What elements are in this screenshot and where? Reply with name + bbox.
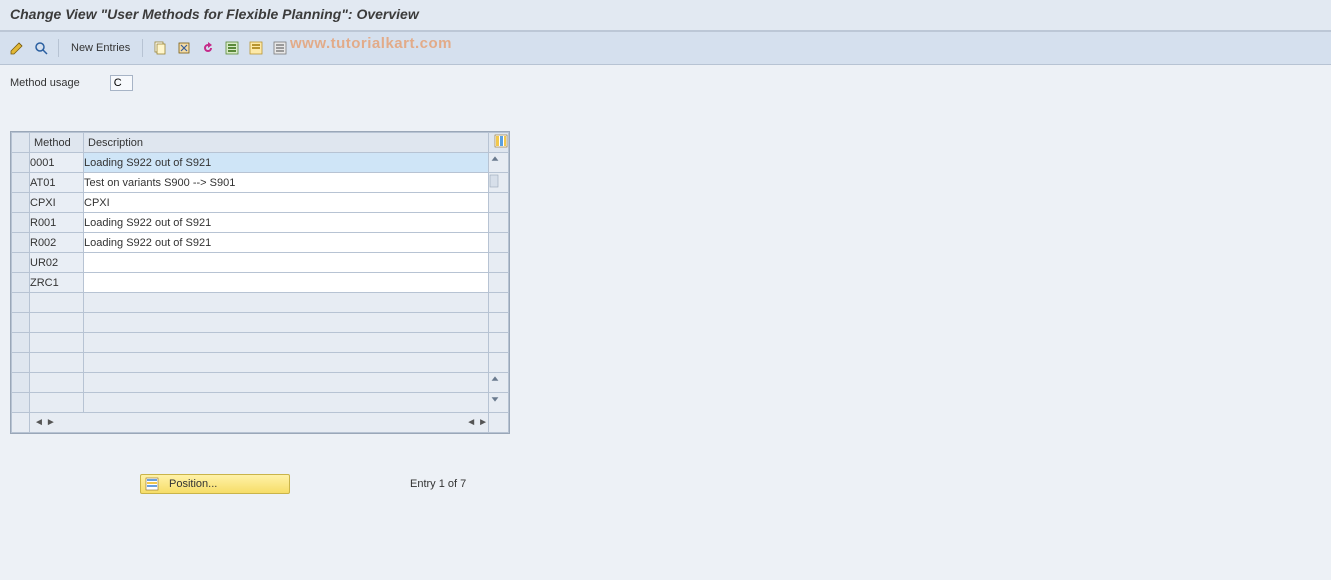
other-view-icon[interactable] <box>32 39 50 57</box>
content-area: Method usage Method Description 0001Load <box>0 65 1331 504</box>
description-cell[interactable] <box>84 273 489 293</box>
select-all-header[interactable] <box>12 133 30 153</box>
scroll-down-icon[interactable] <box>489 393 509 413</box>
row-selector[interactable] <box>12 333 30 353</box>
horizontal-scroll-row: ◄ ► ◄ ► <box>12 413 509 433</box>
table-row <box>12 293 509 313</box>
row-selector[interactable] <box>12 393 30 413</box>
row-selector[interactable] <box>12 213 30 233</box>
method-cell[interactable]: R002 <box>30 233 84 253</box>
footer-row: Position... Entry 1 of 7 <box>10 474 1321 494</box>
table-row: CPXICPXI <box>12 193 509 213</box>
position-button[interactable]: Position... <box>140 474 290 494</box>
method-cell[interactable]: 0001 <box>30 153 84 173</box>
empty-cell <box>30 333 84 353</box>
description-cell[interactable] <box>84 253 489 273</box>
row-selector[interactable] <box>12 173 30 193</box>
row-selector[interactable] <box>12 373 30 393</box>
scroll-up-icon[interactable] <box>489 153 509 173</box>
row-selector[interactable] <box>12 153 30 173</box>
table-row: 0001Loading S922 out of S921 <box>12 153 509 173</box>
table-row: AT01Test on variants S900 --> S901 <box>12 173 509 193</box>
table-row: UR02 <box>12 253 509 273</box>
position-icon <box>145 477 159 491</box>
empty-cell <box>84 313 489 333</box>
table-row: R001Loading S922 out of S921 <box>12 213 509 233</box>
description-cell[interactable]: CPXI <box>84 193 489 213</box>
methods-table: Method Description 0001Loading S922 out … <box>10 131 510 434</box>
empty-cell <box>30 313 84 333</box>
row-selector[interactable] <box>12 253 30 273</box>
method-cell[interactable]: CPXI <box>30 193 84 213</box>
toolbar-separator <box>142 39 143 57</box>
scroll-thumb[interactable] <box>489 173 509 193</box>
table-row <box>12 393 509 413</box>
empty-cell <box>84 333 489 353</box>
deselect-all-icon[interactable] <box>271 39 289 57</box>
empty-cell <box>84 293 489 313</box>
table-row <box>12 333 509 353</box>
table-row <box>12 353 509 373</box>
toggle-change-icon[interactable] <box>8 39 26 57</box>
row-selector[interactable] <box>12 273 30 293</box>
new-entries-button[interactable]: New Entries <box>67 40 134 56</box>
row-selector[interactable] <box>12 293 30 313</box>
entry-count-label: Entry 1 of 7 <box>410 478 466 490</box>
row-selector[interactable] <box>12 193 30 213</box>
method-usage-input[interactable] <box>110 75 133 91</box>
method-usage-label: Method usage <box>10 77 80 89</box>
row-selector[interactable] <box>12 353 30 373</box>
table-row <box>12 373 509 393</box>
row-selector[interactable] <box>12 313 30 333</box>
table-row: R002Loading S922 out of S921 <box>12 233 509 253</box>
empty-cell <box>30 293 84 313</box>
toolbar-separator <box>58 39 59 57</box>
empty-cell <box>84 353 489 373</box>
hscroll-right-end-icon[interactable]: ► <box>478 417 488 428</box>
watermark-text: www.tutorialkart.com <box>290 35 452 52</box>
empty-cell <box>84 393 489 413</box>
description-cell[interactable]: Test on variants S900 --> S901 <box>84 173 489 193</box>
empty-cell <box>84 373 489 393</box>
toolbar: New Entries www.tutorialkart.com <box>0 32 1331 65</box>
hscroll-right-icon[interactable]: ► <box>46 417 56 428</box>
empty-cell <box>30 393 84 413</box>
hscroll-left-icon[interactable]: ◄ <box>34 417 44 428</box>
select-block-icon[interactable] <box>247 39 265 57</box>
method-cell[interactable]: R001 <box>30 213 84 233</box>
description-cell[interactable]: Loading S922 out of S921 <box>84 233 489 253</box>
empty-cell <box>30 353 84 373</box>
hscroll-left-end-icon[interactable]: ◄ <box>466 417 476 428</box>
scroll-up-end-icon[interactable] <box>489 373 509 393</box>
delete-icon[interactable] <box>175 39 193 57</box>
table-row <box>12 313 509 333</box>
page-title: Change View "User Methods for Flexible P… <box>0 0 1331 32</box>
select-all-icon[interactable] <box>223 39 241 57</box>
method-cell[interactable]: UR02 <box>30 253 84 273</box>
table-settings-icon[interactable] <box>489 133 509 153</box>
undo-icon[interactable] <box>199 39 217 57</box>
method-cell[interactable]: AT01 <box>30 173 84 193</box>
method-cell[interactable]: ZRC1 <box>30 273 84 293</box>
position-button-label: Position... <box>169 478 217 490</box>
description-cell[interactable]: Loading S922 out of S921 <box>84 213 489 233</box>
table-row: ZRC1 <box>12 273 509 293</box>
empty-cell <box>30 373 84 393</box>
column-header-description[interactable]: Description <box>84 133 489 153</box>
copy-icon[interactable] <box>151 39 169 57</box>
method-usage-row: Method usage <box>10 75 1321 91</box>
description-cell[interactable]: Loading S922 out of S921 <box>84 153 489 173</box>
column-header-method[interactable]: Method <box>30 133 84 153</box>
row-selector[interactable] <box>12 233 30 253</box>
